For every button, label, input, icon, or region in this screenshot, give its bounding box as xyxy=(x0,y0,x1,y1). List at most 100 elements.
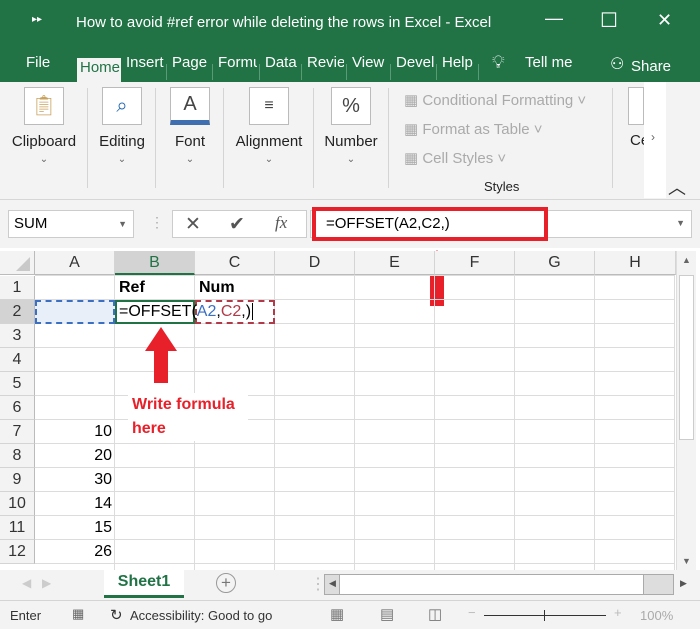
name-box[interactable]: SUM ▼ xyxy=(8,210,134,238)
gridline xyxy=(35,467,675,468)
conditional-formatting-button[interactable]: ▦ Conditional Formatting ˅ xyxy=(404,91,586,109)
title-bar: ▸▸ How to avoid #ref error while deletin… xyxy=(0,0,700,44)
cell-A8[interactable]: 20 xyxy=(35,444,112,468)
column-header-B[interactable]: B xyxy=(115,251,195,275)
cell-A11[interactable]: 15 xyxy=(35,516,112,540)
row-header-8[interactable]: 8 xyxy=(0,444,35,468)
accessibility-status[interactable]: Accessibility: Good to go xyxy=(130,608,272,623)
row-header-10[interactable]: 10 xyxy=(0,492,35,516)
macro-record-icon[interactable]: ▦ xyxy=(72,606,84,622)
mode-indicator: Enter xyxy=(10,608,42,623)
collapse-ribbon-icon[interactable]: ︿ xyxy=(668,174,686,200)
tell-me-search[interactable]: Tell me xyxy=(522,52,576,82)
tab-view[interactable]: View xyxy=(349,52,387,82)
column-header-G[interactable]: G xyxy=(515,251,595,275)
normal-view-icon[interactable]: ▦ xyxy=(330,605,344,623)
ribbon: 📋︎ Clipboard ⌄ ⌕ Editing ⌄ A Font ⌄ ≡ Align… xyxy=(0,82,700,200)
font-group[interactable]: A Font ⌄ xyxy=(160,82,220,194)
styles-group-label: Styles xyxy=(484,179,520,194)
format-as-table-button[interactable]: ▦ Format as Table ˅ xyxy=(404,120,543,138)
tab-insert[interactable]: Insert xyxy=(123,52,167,82)
percent-icon: % xyxy=(331,87,371,125)
row-header-12[interactable]: 12 xyxy=(0,540,35,564)
accessibility-icon: ↻ xyxy=(110,607,123,624)
page-layout-icon[interactable]: ▤ xyxy=(380,605,394,623)
cell-A7[interactable]: 10 xyxy=(35,420,112,444)
column-header-D[interactable]: D xyxy=(275,251,355,275)
row-header-2[interactable]: 2 xyxy=(0,300,35,324)
enter-check-icon[interactable]: ✔ xyxy=(229,213,245,236)
gridline xyxy=(434,275,435,570)
share-person-icon: ⚇ xyxy=(610,56,625,73)
row-header-1[interactable]: 1 xyxy=(0,276,35,300)
sheet-tab-sheet1[interactable]: Sheet1 xyxy=(104,570,184,598)
group-label: Number xyxy=(324,133,378,150)
gridline xyxy=(35,539,675,540)
row-header-3[interactable]: 3 xyxy=(0,324,35,348)
column-header-C[interactable]: C xyxy=(195,251,275,275)
page-break-icon[interactable]: ◫ xyxy=(428,605,442,623)
alignment-group[interactable]: ≡ Alignment ⌄ xyxy=(228,82,310,194)
row-header-6[interactable]: 6 xyxy=(0,396,35,420)
gridline xyxy=(35,491,675,492)
tab-home[interactable]: Home xyxy=(77,58,121,82)
cell-A2-ref-highlight[interactable] xyxy=(35,300,115,324)
next-sheet-icon[interactable]: ▶ xyxy=(42,576,51,590)
zoom-in-icon[interactable]: + xyxy=(614,605,622,620)
gridline xyxy=(35,347,675,348)
tab-file[interactable]: File xyxy=(23,52,53,82)
cell-styles-button[interactable]: ▦ Cell Styles ˅ xyxy=(404,149,506,167)
tab-help[interactable]: Help xyxy=(439,52,476,82)
close-button[interactable]: ✕ xyxy=(657,10,672,31)
tab-data[interactable]: Data xyxy=(262,52,300,82)
group-label: Alignment xyxy=(235,133,303,150)
row-header-9[interactable]: 9 xyxy=(0,468,35,492)
gridline xyxy=(514,275,515,570)
gridline xyxy=(35,563,675,564)
tab-review[interactable]: Revie xyxy=(304,52,344,82)
row-header-4[interactable]: 4 xyxy=(0,348,35,372)
annotation-text: Write formula here xyxy=(128,393,248,441)
number-group[interactable]: % Number ⌄ xyxy=(318,82,384,194)
cells-icon xyxy=(628,87,644,125)
column-header-A[interactable]: A xyxy=(35,251,115,275)
cell-B2-editing[interactable]: =OFFSET(A2,C2,) xyxy=(115,300,254,324)
search-icon: ⌕ xyxy=(102,87,142,125)
insert-function-icon[interactable]: fx xyxy=(275,213,287,233)
vertical-scrollbar[interactable]: ▲ ▼ xyxy=(676,251,696,570)
column-header-E[interactable]: E xyxy=(355,251,435,275)
row-header-5[interactable]: 5 xyxy=(0,372,35,396)
formula-bar: SUM ▼ ⋮ ✕ ✔ fx ▼ =OFFSET(A2,C2,) xyxy=(0,200,700,248)
row-header-11[interactable]: 11 xyxy=(0,516,35,540)
clipboard-icon: 📋︎ xyxy=(24,87,64,125)
select-all-corner[interactable] xyxy=(0,251,35,275)
cell-C1[interactable]: Num xyxy=(199,276,235,300)
column-header-F[interactable]: F xyxy=(435,251,515,275)
cancel-icon[interactable]: ✕ xyxy=(185,213,201,236)
prev-sheet-icon[interactable]: ◀ xyxy=(22,576,31,590)
tab-developer[interactable]: Devel xyxy=(393,52,437,82)
add-sheet-icon[interactable]: + xyxy=(216,573,236,593)
zoom-level[interactable]: 100% xyxy=(640,608,673,623)
clipboard-group[interactable]: 📋︎ Clipboard ⌄ xyxy=(5,82,83,194)
horizontal-scrollbar[interactable]: ◀ xyxy=(324,574,674,595)
gridline xyxy=(35,371,675,372)
ribbon-scroll-right[interactable]: › xyxy=(644,82,666,198)
zoom-out-icon[interactable]: − xyxy=(468,605,476,620)
minimize-button[interactable]: — xyxy=(545,8,563,29)
cell-A10[interactable]: 14 xyxy=(35,492,112,516)
cell-A9[interactable]: 30 xyxy=(35,468,112,492)
group-label: Clipboard xyxy=(11,133,77,150)
maximize-button[interactable]: ☐ xyxy=(600,8,618,33)
column-header-H[interactable]: H xyxy=(595,251,676,275)
row-header-7[interactable]: 7 xyxy=(0,420,35,444)
cell-B1[interactable]: Ref xyxy=(119,276,145,300)
tab-formulas[interactable]: Formu xyxy=(215,52,257,82)
gridline xyxy=(354,275,355,570)
tab-page[interactable]: Page xyxy=(169,52,210,82)
editing-group[interactable]: ⌕ Editing ⌄ xyxy=(92,82,152,194)
lightbulb-icon: 💡︎ xyxy=(492,52,505,72)
cell-A12[interactable]: 26 xyxy=(35,540,112,564)
quick-access-icon[interactable]: ▸▸ xyxy=(32,14,42,25)
zoom-slider[interactable] xyxy=(484,610,606,621)
